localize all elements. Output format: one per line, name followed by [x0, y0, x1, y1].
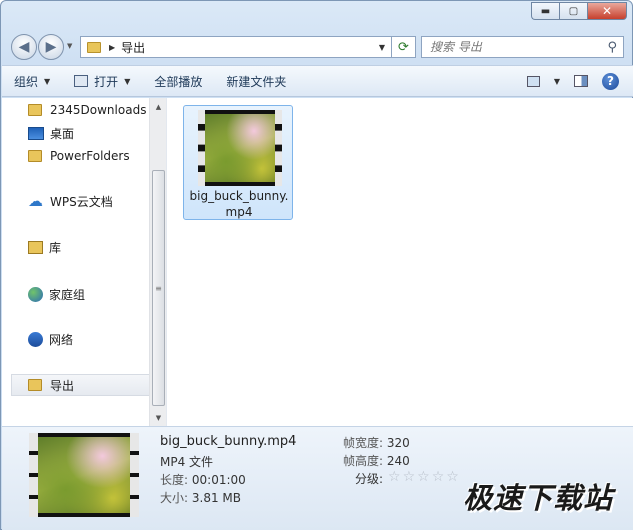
- folder-icon: [28, 379, 42, 391]
- rating-stars[interactable]: ☆ ☆ ☆ ☆ ☆: [388, 470, 459, 484]
- frame-width-label: 帧宽度:: [343, 436, 384, 450]
- star-icon[interactable]: ☆: [432, 470, 445, 484]
- details-rating-label: 分级:: [355, 472, 384, 486]
- command-bar: 组织 ▼ 打开 ▼ 全部播放 新建文件夹 ▼ ?: [2, 65, 633, 97]
- sidebar-item-label: 导出: [50, 378, 75, 393]
- duration-label: 长度:: [160, 473, 189, 487]
- details-pane: big_buck_bunny.mp4 MP4 文件 长度: 00:01:00 大…: [2, 426, 633, 530]
- address-bar[interactable]: ▶ 导出 ▼: [80, 36, 392, 58]
- play-all-label: 全部播放: [154, 74, 203, 89]
- breadcrumb-current[interactable]: 导出: [121, 39, 145, 56]
- sidebar-item-desktop[interactable]: 桌面: [28, 123, 152, 143]
- sidebar-item-label: 库: [49, 240, 62, 255]
- file-name: big_buck_bunny.mp4: [189, 189, 289, 219]
- search-icon[interactable]: ⚲: [607, 40, 617, 55]
- open-label: 打开: [94, 74, 119, 89]
- search-box[interactable]: ⚲: [421, 36, 624, 58]
- scroll-down-icon[interactable]: ▼: [150, 409, 167, 426]
- library-icon: [28, 240, 43, 254]
- sidebar-item-2345downloads[interactable]: 2345Downloads: [28, 100, 152, 120]
- open-button[interactable]: 打开 ▼: [62, 66, 142, 96]
- change-view-icon[interactable]: [526, 75, 540, 87]
- sidebar-item-network[interactable]: 网络: [28, 329, 152, 349]
- play-all-button[interactable]: 全部播放: [142, 66, 214, 96]
- file-item[interactable]: big_buck_bunny.mp4: [183, 105, 293, 220]
- details-size: 大小: 3.81 MB: [160, 489, 241, 506]
- preview-pane-icon[interactable]: [574, 75, 588, 87]
- thumbnail-image: [38, 437, 130, 513]
- minimize-button[interactable]: ▬: [531, 2, 559, 20]
- address-row: ◀ ▶ ▼ ▶ 导出 ▼ ⟳ ⚲: [9, 32, 626, 60]
- details-frame-height: 帧高度: 240: [343, 452, 410, 469]
- maximize-button[interactable]: ▢: [559, 2, 587, 20]
- forward-arrow-icon: ▶: [45, 39, 57, 55]
- details-file-name: big_buck_bunny.mp4: [160, 434, 297, 449]
- sidebar-item-label: PowerFolders: [50, 149, 130, 163]
- navigation-pane: 2345Downloads 桌面 PowerFolders ☁ WPS云文档 库…: [2, 98, 167, 426]
- sidebar-item-label: 网络: [49, 332, 74, 347]
- recent-pages-dropdown[interactable]: ▼: [67, 42, 72, 50]
- details-file-type: MP4 文件: [160, 455, 214, 469]
- new-folder-label: 新建文件夹: [226, 74, 287, 89]
- video-thumbnail-icon: [198, 110, 282, 186]
- sidebar-item-homegroup[interactable]: 家庭组: [28, 284, 152, 304]
- sidebar-item-export[interactable]: 导出: [11, 374, 150, 396]
- window-controls: ▬ ▢ ✕: [531, 2, 627, 20]
- folder-icon: [87, 41, 101, 53]
- sidebar-item-label: WPS云文档: [50, 194, 113, 209]
- forward-button[interactable]: ▶: [38, 34, 64, 60]
- folder-icon: [28, 104, 42, 116]
- frame-height-value: 240: [386, 454, 410, 468]
- duration-value: 00:01:00: [191, 473, 246, 487]
- cloud-icon: ☁: [28, 192, 43, 210]
- frame-width-value: 320: [386, 436, 410, 450]
- chevron-down-icon: ▼: [124, 76, 131, 86]
- explorer-window: ▬ ▢ ✕ ◀ ▶ ▼ ▶ 导出 ▼ ⟳ ⚲ 组织 ▼ 打开 ▼ 全部播放: [0, 0, 633, 530]
- refresh-button[interactable]: ⟳: [392, 36, 416, 58]
- sidebar-item-wps-cloud[interactable]: ☁ WPS云文档: [28, 191, 152, 211]
- toolbar-right: ▼ ?: [526, 72, 633, 90]
- details-duration: 长度: 00:01:00: [160, 471, 246, 488]
- scroll-up-icon[interactable]: ▲: [150, 98, 167, 115]
- frame-height-label: 帧高度:: [343, 454, 384, 468]
- homegroup-icon: [28, 286, 43, 302]
- network-icon: [28, 331, 43, 347]
- sidebar-item-library[interactable]: 库: [28, 237, 152, 257]
- desktop-icon: [28, 126, 44, 140]
- sidebar-item-label: 2345Downloads: [50, 103, 147, 117]
- open-icon: [74, 75, 89, 87]
- video-thumbnail-icon: [29, 433, 139, 517]
- watermark: 极速下载站: [462, 481, 613, 515]
- back-button[interactable]: ◀: [11, 34, 37, 60]
- close-button[interactable]: ✕: [587, 2, 627, 20]
- refresh-icon: ⟳: [398, 39, 409, 55]
- organize-label: 组织: [14, 74, 39, 89]
- folder-icon: [28, 150, 42, 162]
- size-value: 3.81 MB: [191, 491, 241, 505]
- organize-button[interactable]: 组织 ▼: [2, 66, 62, 96]
- sidebar-item-label: 桌面: [50, 126, 75, 141]
- size-label: 大小:: [160, 491, 189, 505]
- new-folder-button[interactable]: 新建文件夹: [214, 66, 298, 96]
- back-arrow-icon: ◀: [18, 39, 30, 55]
- sidebar-item-powerfolders[interactable]: PowerFolders: [28, 146, 152, 166]
- scrollbar-thumb[interactable]: ≡: [152, 170, 165, 406]
- sidebar-item-label: 家庭组: [49, 287, 86, 302]
- star-icon[interactable]: ☆: [388, 470, 401, 484]
- thumbnail-image: [205, 114, 275, 182]
- star-icon[interactable]: ☆: [446, 470, 459, 484]
- search-input[interactable]: [430, 40, 600, 54]
- star-icon[interactable]: ☆: [417, 470, 430, 484]
- nav-scrollbar[interactable]: ▲ ≡ ▼: [149, 98, 166, 426]
- address-dropdown-icon[interactable]: ▼: [379, 43, 385, 52]
- chevron-down-icon[interactable]: ▼: [554, 77, 560, 86]
- chevron-down-icon: ▼: [44, 76, 51, 86]
- details-frame-width: 帧宽度: 320: [343, 434, 410, 451]
- file-list[interactable]: big_buck_bunny.mp4: [167, 98, 633, 426]
- help-icon[interactable]: ?: [602, 72, 619, 90]
- breadcrumb-chevron-icon[interactable]: ▶: [109, 43, 115, 52]
- star-icon[interactable]: ☆: [403, 470, 416, 484]
